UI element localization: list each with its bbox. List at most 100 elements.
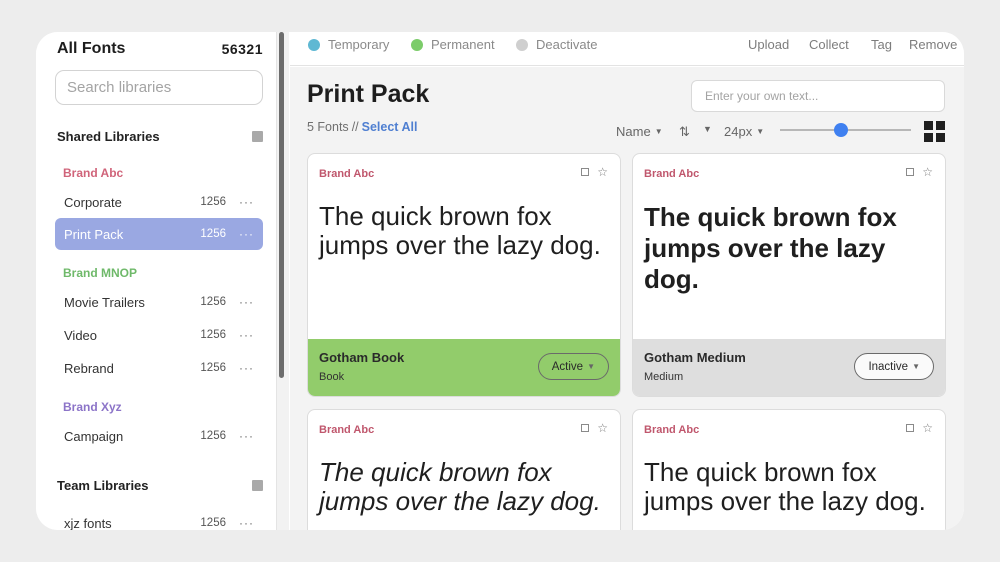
chevron-down-icon: ▼ [912,362,920,371]
library-name: Video [64,327,98,343]
card-footer: Gotham Medium Medium Inactive ▼ [633,339,945,396]
star-icon[interactable]: ☆ [922,165,933,179]
library-count: 1256 [200,296,226,308]
card-brand-label: Brand Abc [644,424,700,436]
add-library-icon[interactable] [252,480,263,491]
page-title: Print Pack [307,80,430,108]
font-sample-text: The quick brown fox jumps over the lazy … [319,457,601,516]
star-icon[interactable]: ☆ [597,421,608,435]
font-card[interactable]: Brand Abc ☆ The quick brown fox jumps ov… [307,409,621,530]
separator: // [351,120,359,134]
font-sample-text: The quick brown fox jumps over the lazy … [319,201,601,260]
font-name: Gotham Medium [644,350,746,365]
size-dropdown[interactable]: 24px ▼ [724,124,764,139]
card-brand-label: Brand Abc [319,424,375,436]
legend-deactivate: Deactivate [516,37,597,52]
all-fonts-title[interactable]: All Fonts [57,40,125,58]
legend-permanent: Permanent [411,37,495,52]
star-icon[interactable]: ☆ [922,421,933,435]
grid-view-icon[interactable] [924,121,945,142]
sidebar-scrollbar-thumb[interactable] [279,32,284,378]
more-options-icon[interactable]: ··· [239,516,254,530]
library-name: Corporate [64,194,122,210]
library-item-campaign[interactable]: Campaign 1256 ··· [55,420,263,452]
sidebar-header: All Fonts 56321 [57,40,263,58]
legend-label: Permanent [431,37,495,52]
more-options-icon[interactable]: ··· [239,328,254,342]
custom-preview-text-input[interactable] [691,80,945,112]
library-search-input[interactable] [55,70,263,105]
card-footer: Gotham Book Book Active ▼ [308,339,620,396]
star-icon[interactable]: ☆ [597,165,608,179]
select-checkbox[interactable] [581,168,590,176]
temporary-dot-icon [308,38,320,51]
more-options-icon[interactable]: ··· [239,361,254,375]
pack-subtitle: 5 Fonts//Select All [307,120,417,134]
font-card[interactable]: Brand Abc ☆ The quick brown fox jumps ov… [632,153,946,397]
select-all-link[interactable]: Select All [362,120,418,134]
shared-libraries-title: Shared Libraries [57,129,160,144]
sort-dropdown[interactable]: Name ▼ [616,124,663,139]
library-name: Print Pack [64,226,124,242]
select-checkbox[interactable] [906,168,915,176]
font-sample-text: The quick brown fox jumps over the lazy … [644,202,897,294]
card-actions: ☆ [581,165,608,179]
legend-label: Temporary [328,37,390,52]
font-card[interactable]: Brand Abc ☆ The quick brown fox jumps ov… [632,409,946,530]
deactivate-dot-icon [516,38,528,51]
sort-label: Name [616,124,651,139]
card-actions: ☆ [581,421,608,435]
select-checkbox[interactable] [581,424,590,432]
size-slider-handle[interactable] [834,123,848,137]
library-item-xjz-fonts[interactable]: xjz fonts 1256 ··· [55,507,263,531]
remove-button[interactable]: Remove [909,37,957,52]
more-options-icon[interactable]: ··· [239,227,254,241]
font-style: Book [319,371,345,383]
permanent-dot-icon [411,38,423,51]
select-checkbox[interactable] [906,424,915,432]
app-window: All Fonts 56321 Shared Libraries Brand A… [36,32,964,530]
font-sample-text: The quick brown fox jumps over the lazy … [644,457,926,516]
status-dropdown[interactable]: Inactive ▼ [854,353,934,380]
collect-button[interactable]: Collect [809,37,849,52]
brand-label-xyz: Brand Xyz [63,400,122,414]
upload-button[interactable]: Upload [748,37,789,52]
shared-libraries-header: Shared Libraries [57,129,263,144]
library-item-movie-trailers[interactable]: Movie Trailers 1256 ··· [55,286,263,318]
card-actions: ☆ [906,421,933,435]
library-item-corporate[interactable]: Corporate 1256 ··· [55,186,263,218]
card-brand-label: Brand Abc [319,168,375,180]
library-item-video[interactable]: Video 1256 ··· [55,319,263,351]
library-count: 1256 [200,329,226,341]
library-item-print-pack[interactable]: Print Pack 1256 ··· [55,218,263,250]
status-dropdown[interactable]: Active ▼ [537,353,609,380]
library-count: 1256 [200,196,226,208]
top-toolbar: Temporary Permanent Deactivate Upload Co… [290,32,964,66]
font-name: Gotham Book [319,350,405,365]
card-actions: ☆ [906,165,933,179]
add-library-icon[interactable] [252,131,263,142]
status-label: Active [551,360,584,373]
brand-label-abc: Brand Abc [63,166,124,180]
tag-button[interactable]: Tag [871,37,892,52]
sort-direction-icon[interactable]: ⇅ [679,124,690,140]
chevron-down-icon: ▼ [654,127,663,136]
font-card[interactable]: Brand Abc ☆ The quick brown fox jumps ov… [307,153,621,397]
more-options-icon[interactable]: ··· [239,429,254,443]
status-label: Inactive [868,360,909,373]
chevron-down-icon: ▼ [756,127,765,136]
legend-temporary: Temporary [308,37,389,52]
filter-dropdown-icon[interactable]: ▼ [703,124,712,134]
library-name: xjz fonts [64,515,112,531]
main-content: Print Pack 5 Fonts//Select All Name▼ ⇅ ▼… [290,67,964,530]
team-libraries-title: Team Libraries [57,478,149,493]
more-options-icon[interactable]: ··· [239,195,254,209]
size-label: 24px [724,124,753,139]
chevron-down-icon: ▼ [587,362,595,371]
legend-label: Deactivate [536,37,598,52]
library-item-rebrand[interactable]: Rebrand 1256 ··· [55,352,263,384]
more-options-icon[interactable]: ··· [239,295,254,309]
font-count: 5 Fonts [307,120,349,134]
library-count: 1256 [200,517,226,529]
library-count: 1256 [200,362,226,374]
